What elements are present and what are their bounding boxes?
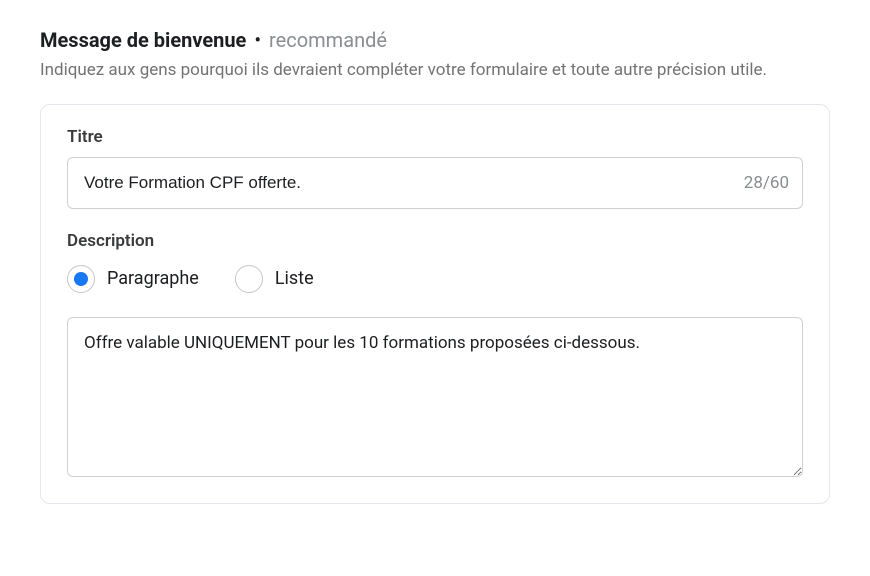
- title-input-wrap: 28/60: [67, 157, 803, 209]
- radio-label-list: Liste: [275, 268, 314, 289]
- radio-circle-icon: [235, 265, 263, 293]
- radio-option-list[interactable]: Liste: [235, 265, 314, 293]
- description-label: Description: [67, 231, 803, 251]
- welcome-message-card: Titre 28/60 Description Paragraphe Liste…: [40, 104, 830, 504]
- description-textarea[interactable]: Offre valable UNIQUEMENT pour les 10 for…: [67, 317, 803, 477]
- section-title: Message de bienvenue: [40, 28, 246, 52]
- title-label: Titre: [67, 127, 803, 147]
- section-bullet: •: [254, 28, 261, 52]
- radio-option-paragraph[interactable]: Paragraphe: [67, 265, 199, 293]
- description-type-radio-group: Paragraphe Liste: [67, 265, 803, 293]
- radio-dot-icon: [74, 272, 88, 286]
- title-input[interactable]: [67, 157, 803, 209]
- section-header: Message de bienvenue • recommandé: [40, 28, 830, 52]
- radio-label-paragraph: Paragraphe: [107, 268, 199, 289]
- section-tag: recommandé: [269, 28, 387, 52]
- radio-circle-icon: [67, 265, 95, 293]
- section-subtitle: Indiquez aux gens pourquoi ils devraient…: [40, 58, 830, 84]
